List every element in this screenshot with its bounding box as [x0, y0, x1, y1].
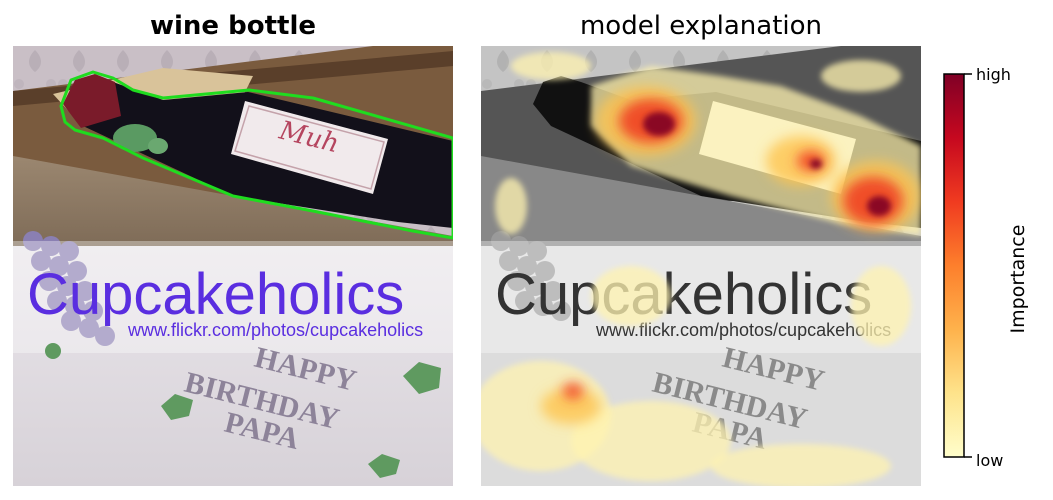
colorbar-high-label: high [976, 65, 1011, 84]
colorbar-low-label: low [976, 451, 1004, 470]
colorbar-axis-label: Importance [1007, 224, 1029, 334]
explanation-image-panel: Cupcakeholics www.flickr.com/photos/cupc… [481, 46, 921, 486]
panel-title-wine-bottle: wine bottle [149, 11, 316, 41]
original-image: Muh Cupcakeholics www.flickr.com/photos/… [13, 46, 453, 486]
original-image-panel: Muh Cupcakeholics www.flickr.com/photos/… [13, 46, 453, 486]
explanation-heatmap: Cupcakeholics www.flickr.com/photos/cupc… [481, 46, 921, 486]
panel-title-model-explanation: model explanation [579, 11, 823, 41]
colorbar-gradient [943, 73, 965, 458]
watermark-url-text: www.flickr.com/photos/cupcakeholics [127, 320, 423, 340]
watermark-brand-text: Cupcakeholics [27, 262, 404, 327]
watermark-brand-text-gray: Cupcakeholics [495, 262, 872, 327]
